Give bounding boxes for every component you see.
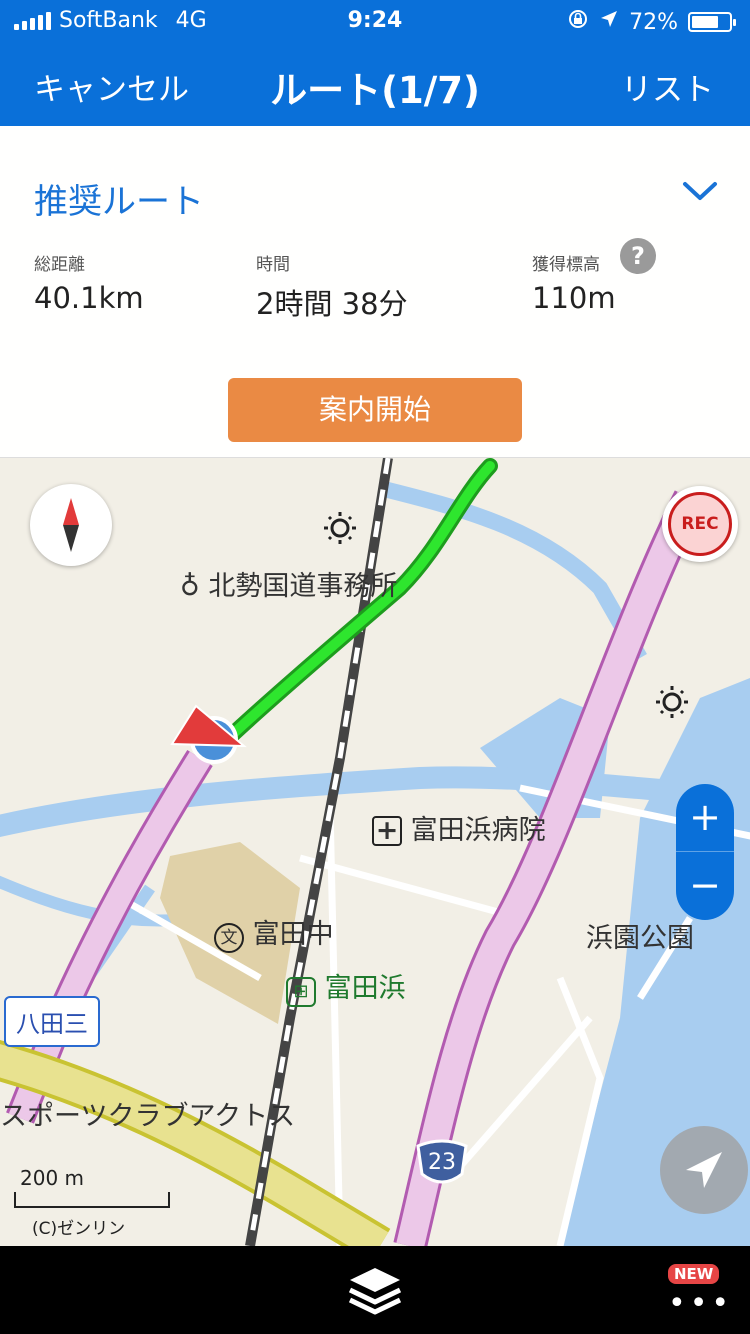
school-icon: 文 — [214, 923, 244, 953]
status-right: 72% — [567, 8, 736, 36]
zoom-out-button[interactable]: − — [676, 852, 734, 920]
stat-elevation: 獲得標高 110m — [532, 250, 616, 315]
train-station-icon: ⊞ — [286, 977, 316, 1007]
navigation-arrow-icon — [686, 1152, 722, 1188]
sun-icon — [324, 512, 356, 544]
header: SoftBank 4G 9:24 72% キャンセル ルート(1/7) リスト — [0, 0, 750, 126]
nav-bar: キャンセル ルート(1/7) リスト — [0, 48, 750, 118]
stat-time-label: 時間 — [256, 255, 290, 275]
list-button[interactable]: リスト — [621, 64, 714, 109]
bottom-toolbar: NEW ••• — [0, 1246, 750, 1334]
rec-label: REC — [668, 492, 732, 556]
route-name[interactable]: 推奨ルート — [34, 174, 204, 223]
zoom-control: + − — [676, 784, 734, 920]
scale-label: 200 m — [20, 1166, 85, 1190]
compass-button[interactable] — [30, 484, 112, 566]
stat-distance: 総距離 40.1km — [34, 250, 144, 315]
route-info-panel: 推奨ルート 総距離 40.1km 時間 2時間 38分 獲得標高 110m ? … — [0, 126, 750, 458]
more-menu-button[interactable]: NEW ••• — [650, 1264, 734, 1324]
layers-icon[interactable] — [344, 1264, 406, 1320]
office-label: 北勢国道事務所 — [208, 571, 398, 602]
location-arrow-icon — [599, 9, 619, 35]
hospital-icon: + — [372, 816, 402, 846]
more-dots-icon: ••• — [668, 1286, 734, 1321]
route-number: 23 — [428, 1150, 456, 1175]
cancel-button[interactable]: キャンセル — [34, 64, 189, 109]
sun-icon-2 — [656, 686, 688, 718]
route-shield: 23 — [414, 1138, 470, 1190]
battery-fill — [692, 16, 718, 28]
office-icon: ♁ — [180, 571, 200, 602]
scale-bar — [14, 1192, 170, 1208]
map-label-hospital: + 富田浜病院 — [372, 808, 546, 847]
zoom-in-button[interactable]: + — [676, 784, 734, 852]
status-bar: SoftBank 4G 9:24 72% — [0, 0, 750, 40]
stat-time-value: 2時間 38分 — [256, 287, 408, 321]
new-badge: NEW — [668, 1264, 720, 1284]
map-label-sports: スポーツクラブアクトス — [0, 1101, 296, 1132]
map-copyright: (C)ゼンリン — [32, 1219, 126, 1239]
map-label-station: ⊞ 富田浜 — [286, 966, 406, 1007]
stat-distance-label: 総距離 — [34, 255, 85, 275]
stat-distance-value: 40.1km — [34, 281, 144, 315]
chevron-down-icon[interactable] — [682, 178, 718, 204]
map-label-park: 浜園公園 — [586, 923, 694, 954]
rotation-lock-icon — [567, 8, 589, 36]
help-icon[interactable]: ? — [620, 238, 656, 274]
station-label: 富田浜 — [324, 973, 406, 1004]
map-callout[interactable]: 八田三 — [4, 996, 100, 1047]
battery-percent: 72% — [629, 9, 678, 35]
stat-elevation-label: 獲得標高 — [532, 255, 600, 275]
stat-elevation-value: 110m — [532, 281, 616, 315]
hospital-label: 富田浜病院 — [410, 815, 546, 846]
battery-icon — [688, 12, 736, 32]
current-location-button[interactable] — [660, 1126, 748, 1214]
rec-button[interactable]: REC — [662, 486, 738, 562]
map-label-school: 文 富田中 — [214, 912, 334, 953]
school-label: 富田中 — [252, 919, 334, 950]
stat-time: 時間 2時間 38分 — [256, 250, 408, 323]
compass-needle-icon — [63, 498, 79, 552]
map-label-office: ♁ 北勢国道事務所 — [180, 564, 397, 603]
map-view[interactable]: ♁ 北勢国道事務所 + 富田浜病院 文 富田中 ⊞ 富田浜 浜園公園 スポーツク… — [0, 458, 750, 1246]
screen: SoftBank 4G 9:24 72% キャンセル ルート(1/7) リスト … — [0, 0, 750, 1334]
start-guidance-button[interactable]: 案内開始 — [228, 378, 522, 442]
map-scale: 200 m — [14, 1166, 170, 1208]
